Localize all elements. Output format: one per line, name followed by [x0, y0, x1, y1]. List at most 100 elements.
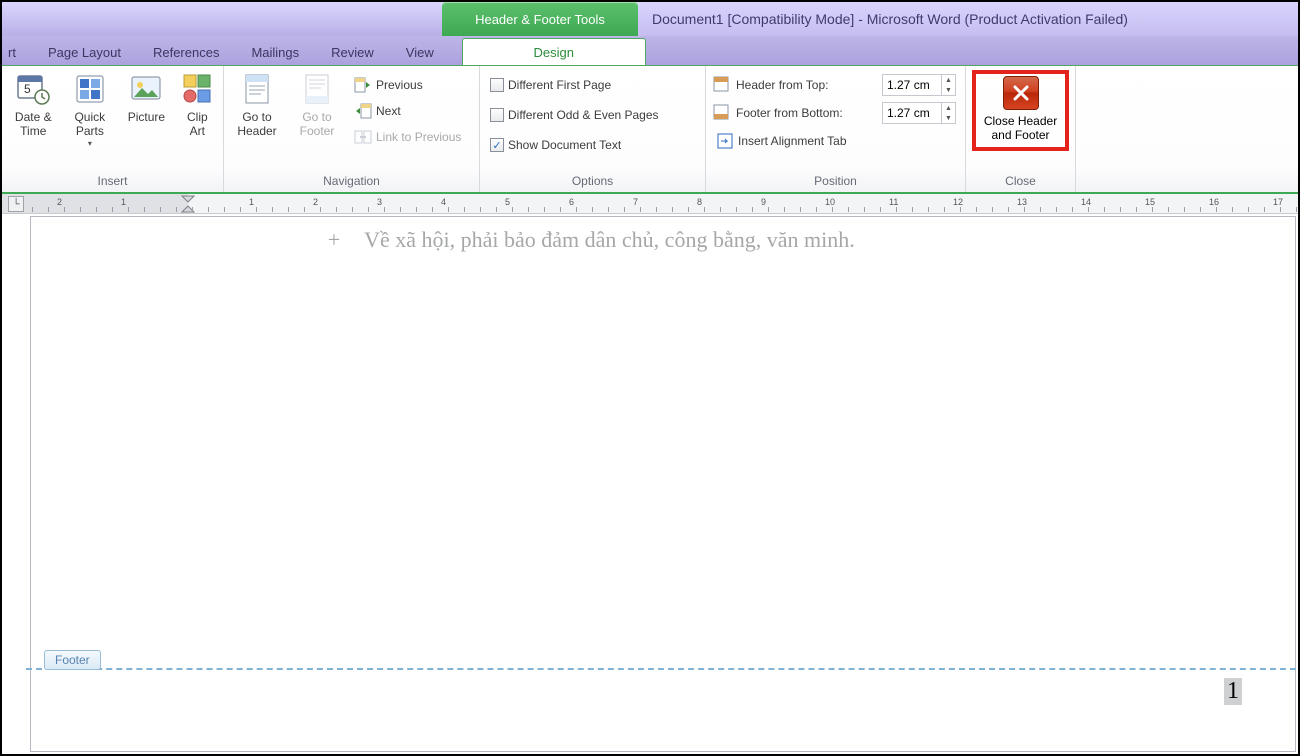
spinner-up-icon[interactable]: ▲ — [942, 75, 955, 85]
header-from-top-value[interactable] — [883, 78, 941, 92]
title-bar: Header & Footer Tools Document1 [Compati… — [2, 2, 1298, 36]
show-document-text-label: Show Document Text — [508, 138, 621, 152]
checkbox-unchecked-icon — [490, 78, 504, 92]
ruler-number: 2 — [57, 197, 62, 207]
checkbox-checked-icon: ✓ — [490, 138, 504, 152]
ruler-number: 17 — [1273, 197, 1283, 207]
ruler-number: 3 — [377, 197, 382, 207]
goto-header-icon — [240, 72, 274, 106]
date-time-label: Date & Time — [10, 110, 57, 139]
different-first-page-label: Different First Page — [508, 78, 611, 92]
group-close-label: Close — [966, 172, 1075, 192]
insert-alignment-tab-label: Insert Alignment Tab — [738, 134, 847, 148]
ruler-number: 7 — [633, 197, 638, 207]
date-time-button[interactable]: 5 Date & Time — [8, 70, 59, 139]
document-canvas[interactable]: + Về xã hội, phải bảo đảm dân chủ, công … — [30, 216, 1296, 752]
horizontal-ruler[interactable]: └ 211234567891011121314151617 — [2, 194, 1298, 214]
ruler-number: 6 — [569, 197, 574, 207]
show-document-text-checkbox[interactable]: ✓ Show Document Text — [486, 132, 663, 158]
different-odd-even-checkbox[interactable]: Different Odd & Even Pages — [486, 102, 663, 128]
ruler-number: 1 — [249, 197, 254, 207]
previous-label: Previous — [376, 78, 423, 92]
close-x-icon — [1003, 76, 1039, 110]
alignment-tab-icon — [716, 132, 734, 150]
group-insert-label: Insert — [2, 172, 223, 192]
bullet-icon: + — [321, 227, 347, 253]
goto-footer-icon — [300, 72, 334, 106]
ruler-number: 10 — [825, 197, 835, 207]
ruler-number: 1 — [121, 197, 126, 207]
footer-bottom-icon — [712, 103, 730, 124]
insert-alignment-tab-button[interactable]: Insert Alignment Tab — [712, 128, 956, 154]
group-navigation-label: Navigation — [224, 172, 479, 192]
header-from-top-spinner[interactable]: ▲▼ — [882, 74, 956, 96]
picture-icon — [129, 72, 163, 106]
tab-view[interactable]: View — [390, 39, 450, 65]
picture-label: Picture — [128, 110, 165, 124]
goto-footer-label: Go to Footer — [292, 110, 342, 139]
contextual-tool-title: Header & Footer Tools — [442, 2, 638, 36]
next-button[interactable]: Next — [350, 98, 465, 124]
ruler-number: 15 — [1145, 197, 1155, 207]
clip-art-button[interactable]: Clip Art — [178, 70, 217, 139]
link-to-previous-label: Link to Previous — [376, 130, 461, 144]
ruler-number: 5 — [505, 197, 510, 207]
tab-review[interactable]: Review — [315, 39, 390, 65]
tab-selector[interactable]: └ — [8, 196, 24, 212]
goto-header-label: Go to Header — [232, 110, 282, 139]
footer-from-bottom-value[interactable] — [883, 106, 941, 120]
link-icon — [354, 128, 372, 146]
goto-header-button[interactable]: Go to Header — [230, 70, 284, 139]
previous-button[interactable]: Previous — [350, 72, 465, 98]
different-first-page-checkbox[interactable]: Different First Page — [486, 72, 663, 98]
svg-text:5: 5 — [24, 82, 31, 96]
close-header-footer-label: Close Header and Footer — [980, 114, 1061, 143]
page-number-field[interactable]: 1 — [1224, 678, 1242, 705]
ruler-number: 4 — [441, 197, 446, 207]
titlebar-left-spacer — [2, 2, 442, 36]
header-from-top-row: Header from Top: ▲▼ — [712, 72, 956, 98]
group-position-label: Position — [706, 172, 965, 192]
calendar-clock-icon: 5 — [16, 72, 50, 106]
group-options-label: Options — [480, 172, 705, 192]
ribbon-tabstrip: rt Page Layout References Mailings Revie… — [2, 36, 1298, 66]
quick-parts-button[interactable]: Quick Parts ▾ — [65, 70, 116, 148]
ruler-number: 13 — [1017, 197, 1027, 207]
window-title: Document1 [Compatibility Mode] - Microso… — [638, 2, 1298, 36]
ruler-number: 12 — [953, 197, 963, 207]
link-to-previous-button: Link to Previous — [350, 124, 465, 150]
footer-label-tab[interactable]: Footer — [44, 650, 101, 670]
picture-button[interactable]: Picture — [121, 70, 172, 124]
tab-design[interactable]: Design — [462, 38, 646, 65]
dropdown-icon: ▾ — [88, 139, 92, 149]
footer-from-bottom-spinner[interactable]: ▲▼ — [882, 102, 956, 124]
body-text-content: Về xã hội, phải bảo đảm dân chủ, công bằ… — [364, 227, 855, 252]
footer-from-bottom-row: Footer from Bottom: ▲▼ — [712, 100, 956, 126]
tab-insert-cut[interactable]: rt — [2, 39, 32, 65]
indent-markers[interactable] — [180, 194, 200, 214]
close-header-footer-button[interactable]: Close Header and Footer — [972, 70, 1069, 151]
checkbox-unchecked-icon — [490, 108, 504, 122]
ruler-number: 8 — [697, 197, 702, 207]
group-insert: 5 Date & Time Quick Parts ▾ Picture — [2, 66, 224, 192]
body-text-dimmed: + Về xã hội, phải bảo đảm dân chủ, công … — [321, 227, 855, 253]
ruler-number: 14 — [1081, 197, 1091, 207]
tab-references[interactable]: References — [137, 39, 235, 65]
ribbon: 5 Date & Time Quick Parts ▾ Picture — [2, 66, 1298, 194]
next-icon — [354, 102, 372, 120]
tab-page-layout[interactable]: Page Layout — [32, 39, 137, 65]
tab-mailings[interactable]: Mailings — [235, 39, 315, 65]
spinner-down-icon[interactable]: ▼ — [942, 113, 955, 123]
quick-parts-icon — [73, 72, 107, 106]
spinner-down-icon[interactable]: ▼ — [942, 85, 955, 95]
header-top-icon — [712, 75, 730, 96]
previous-icon — [354, 76, 372, 94]
header-from-top-label: Header from Top: — [736, 78, 876, 92]
footer-boundary-line — [26, 668, 1296, 670]
clip-art-label: Clip Art — [180, 110, 215, 139]
group-close: Close Header and Footer Close — [966, 66, 1076, 192]
ruler-number: 2 — [313, 197, 318, 207]
quick-parts-label: Quick Parts — [67, 110, 114, 139]
spinner-up-icon[interactable]: ▲ — [942, 103, 955, 113]
group-position: Header from Top: ▲▼ Footer from Bottom: … — [706, 66, 966, 192]
